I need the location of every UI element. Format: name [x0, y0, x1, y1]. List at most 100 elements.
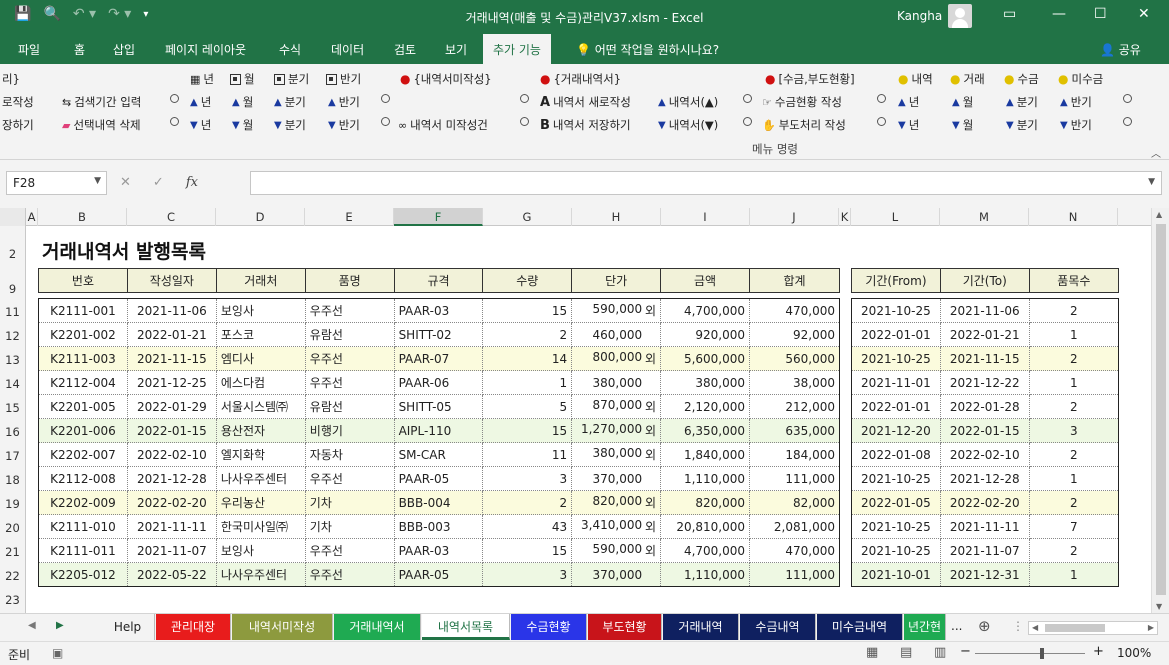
- cell-period-from[interactable]: 2021-10-25: [851, 298, 941, 323]
- cell-number[interactable]: K2112-008: [38, 466, 128, 491]
- cell-amount[interactable]: 380,000: [660, 370, 751, 395]
- cell-customer[interactable]: 우리농산: [215, 490, 306, 515]
- zoom-out-icon[interactable]: −: [960, 644, 971, 659]
- row-header[interactable]: 18: [0, 465, 26, 489]
- tab-page-layout[interactable]: 페이지 레이아웃: [165, 41, 246, 58]
- radio-2d[interactable]: [743, 117, 752, 126]
- year2-down-button[interactable]: ▼ 년: [898, 117, 919, 133]
- cell-period-to[interactable]: 2022-01-15: [939, 418, 1030, 443]
- row-header[interactable]: 2: [0, 226, 26, 270]
- sheet-tab[interactable]: 수금내역: [740, 614, 816, 640]
- scroll-thumb[interactable]: [1045, 624, 1105, 632]
- quarter2-down-button[interactable]: ▼ 분기: [1006, 117, 1038, 133]
- sheet-tab[interactable]: 내역서목록: [422, 614, 510, 640]
- column-header[interactable]: I: [661, 208, 750, 226]
- cell-item[interactable]: 유람선: [304, 322, 395, 347]
- cell-price[interactable]: 1,270,000 외: [571, 418, 662, 443]
- cell-price[interactable]: 800,000 외: [571, 346, 662, 371]
- zoom-in-icon[interactable]: +: [1093, 644, 1104, 659]
- column-heading[interactable]: 합계: [749, 268, 840, 293]
- row-header[interactable]: 14: [0, 369, 26, 393]
- half-down-button[interactable]: ▼ 반기: [328, 117, 360, 133]
- cell-period-from[interactable]: 2021-10-25: [851, 346, 941, 371]
- cell-date[interactable]: 2021-11-11: [126, 514, 217, 539]
- tab-formulas[interactable]: 수식: [279, 41, 301, 58]
- maximize-icon[interactable]: ☐: [1094, 6, 1107, 22]
- radio-1b[interactable]: [381, 94, 390, 103]
- cell-item-count[interactable]: 2: [1028, 538, 1120, 563]
- expand-formula-icon[interactable]: ▼: [1148, 177, 1155, 187]
- cell-price[interactable]: 590,000 외: [571, 538, 662, 563]
- cell-period-from[interactable]: 2021-10-01: [851, 562, 941, 587]
- cell-total[interactable]: 635,000: [749, 418, 840, 443]
- cell-number[interactable]: K2111-011: [38, 538, 128, 563]
- cell-price[interactable]: 370,000: [571, 562, 662, 587]
- cell-customer[interactable]: 서울시스템㈜: [215, 394, 306, 419]
- row-header[interactable]: 17: [0, 441, 26, 465]
- cell-item[interactable]: 우주선: [304, 466, 395, 491]
- row-header[interactable]: 21: [0, 537, 26, 561]
- tab-insert[interactable]: 삽입: [113, 41, 135, 58]
- cell-total[interactable]: 111,000: [749, 466, 840, 491]
- half2-up-button[interactable]: ▲ 반기: [1060, 94, 1092, 110]
- radio-1a[interactable]: [170, 94, 179, 103]
- month-up-button[interactable]: ▲ 월: [232, 94, 253, 110]
- cell-spec[interactable]: BBB-004: [393, 490, 484, 515]
- cell-item-count[interactable]: 2: [1028, 298, 1120, 323]
- row-header[interactable]: 22: [0, 561, 26, 585]
- column-header[interactable]: C: [127, 208, 216, 226]
- cell-amount[interactable]: 5,600,000: [660, 346, 751, 371]
- quarter-up-button[interactable]: ▲ 분기: [274, 94, 306, 110]
- cell-period-from[interactable]: 2022-01-08: [851, 442, 941, 467]
- cell-date[interactable]: 2022-01-15: [126, 418, 217, 443]
- cell-qty[interactable]: 15: [482, 298, 573, 323]
- ribbon-display-icon[interactable]: ▭: [1003, 6, 1016, 22]
- cell-qty[interactable]: 3: [482, 466, 573, 491]
- collect-write-button[interactable]: ☞ 수금현황 작성: [762, 94, 842, 110]
- cell-date[interactable]: 2021-11-07: [126, 538, 217, 563]
- column-heading[interactable]: 작성일자: [126, 268, 217, 293]
- month2-up-button[interactable]: ▲ 월: [952, 94, 973, 110]
- page-layout-view-icon[interactable]: ▤: [900, 645, 912, 660]
- radio-1e[interactable]: [877, 94, 886, 103]
- column-header[interactable]: N: [1029, 208, 1118, 226]
- radio-1f[interactable]: [1123, 94, 1132, 103]
- sheet-split-handle[interactable]: ⋮: [1012, 619, 1024, 633]
- tab-add-ins[interactable]: 추가 기능: [483, 34, 551, 64]
- cell-qty[interactable]: 3: [482, 562, 573, 587]
- cell-period-to[interactable]: 2022-01-28: [939, 394, 1030, 419]
- cell-date[interactable]: 2022-02-10: [126, 442, 217, 467]
- cell-item-count[interactable]: 3: [1028, 418, 1120, 443]
- cell-customer[interactable]: 포스코: [215, 322, 306, 347]
- cell-total[interactable]: 92,000: [749, 322, 840, 347]
- sheet-tab[interactable]: Help: [101, 614, 155, 640]
- search-period-button[interactable]: ⇆ 검색기간 입력: [62, 94, 141, 110]
- cell-item[interactable]: 기차: [304, 514, 395, 539]
- save-doc-button[interactable]: B 내역서 저장하기: [540, 117, 631, 133]
- column-header[interactable]: F: [394, 208, 483, 226]
- worksheet-grid[interactable]: A B C D E F G H I J K L M N 2 9 11 12 13…: [0, 208, 1169, 613]
- cell-item[interactable]: 유람선: [304, 394, 395, 419]
- macro-record-icon[interactable]: ▣: [52, 646, 63, 660]
- cell-amount[interactable]: 20,810,000: [660, 514, 751, 539]
- doc-up-button[interactable]: ▲ 내역서(▲): [658, 94, 718, 110]
- cell-customer[interactable]: 에스다컴: [215, 370, 306, 395]
- zoom-level[interactable]: 100%: [1117, 646, 1151, 660]
- cell-item[interactable]: 우주선: [304, 298, 395, 323]
- row-header[interactable]: 9: [0, 270, 26, 297]
- scroll-right-icon[interactable]: ▶: [1148, 623, 1154, 632]
- radio-2c[interactable]: [520, 117, 529, 126]
- new-doc-button[interactable]: A 내역서 새로작성: [540, 94, 631, 110]
- cell-amount[interactable]: 1,840,000: [660, 442, 751, 467]
- unwritten-button[interactable]: ∞ 내역서 미작성건: [398, 117, 488, 133]
- cell-date[interactable]: 2022-01-21: [126, 322, 217, 347]
- cell-number[interactable]: K2201-002: [38, 322, 128, 347]
- column-header[interactable]: K: [839, 208, 851, 226]
- cell-price[interactable]: 380,000: [571, 370, 662, 395]
- vertical-scrollbar[interactable]: ▲ ▼: [1151, 208, 1169, 613]
- cell-spec[interactable]: PAAR-05: [393, 562, 484, 587]
- cell-customer[interactable]: 한국미사일㈜: [215, 514, 306, 539]
- cell-total[interactable]: 111,000: [749, 562, 840, 587]
- formula-input[interactable]: ▼: [250, 171, 1162, 195]
- prev-sheet-icon[interactable]: ◀: [28, 620, 36, 631]
